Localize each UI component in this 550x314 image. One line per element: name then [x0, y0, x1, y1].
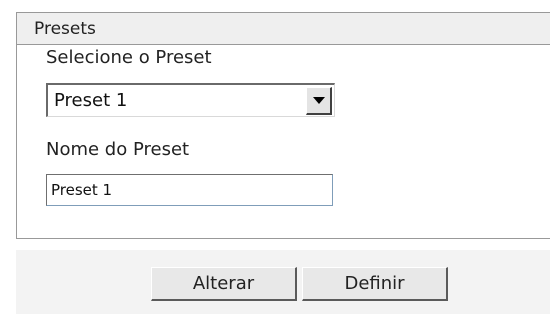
alterar-button[interactable]: Alterar [151, 267, 297, 301]
definir-button[interactable]: Definir [302, 267, 448, 301]
panel-header: Presets [17, 13, 550, 45]
preset-select[interactable]: Preset 1 [46, 83, 335, 117]
select-preset-label: Selecione o Preset [46, 47, 212, 68]
dropdown-button[interactable] [306, 86, 332, 115]
preset-name-input[interactable] [46, 174, 333, 206]
chevron-down-icon [312, 96, 325, 104]
presets-dialog: Presets Selecione o Preset Preset 1 Nome… [0, 0, 550, 314]
panel-title: Presets [34, 18, 96, 39]
preset-name-label: Nome do Preset [46, 139, 190, 160]
preset-select-value: Preset 1 [54, 90, 128, 111]
action-bar: Alterar Definir [16, 250, 550, 314]
